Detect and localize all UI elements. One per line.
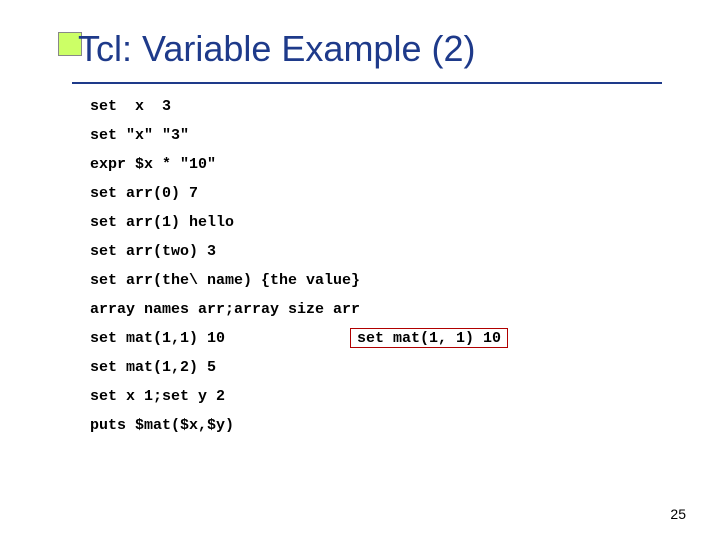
code-line: set x 1;set y 2 [90, 388, 720, 405]
code-line: set arr(0) 7 [90, 185, 720, 202]
code-row-with-callout: set mat(1,1) 10 set mat(1, 1) 10 [90, 330, 720, 347]
code-line: array names arr;array size arr [90, 301, 720, 318]
code-line: set x 3 [90, 98, 720, 115]
code-line: set arr(1) hello [90, 214, 720, 231]
slide-content: set x 3 set "x" "3" expr $x * "10" set a… [0, 84, 720, 434]
slide-title: Tcl: Variable Example (2) [78, 28, 720, 70]
code-line: set arr(two) 3 [90, 243, 720, 260]
code-line: set "x" "3" [90, 127, 720, 144]
title-block: Tcl: Variable Example (2) [0, 0, 720, 78]
code-line: expr $x * "10" [90, 156, 720, 173]
code-line: puts $mat($x,$y) [90, 417, 720, 434]
callout-box: set mat(1, 1) 10 [350, 328, 508, 348]
code-line: set arr(the\ name) {the value} [90, 272, 720, 289]
code-line: set mat(1,2) 5 [90, 359, 720, 376]
page-number: 25 [670, 506, 686, 522]
